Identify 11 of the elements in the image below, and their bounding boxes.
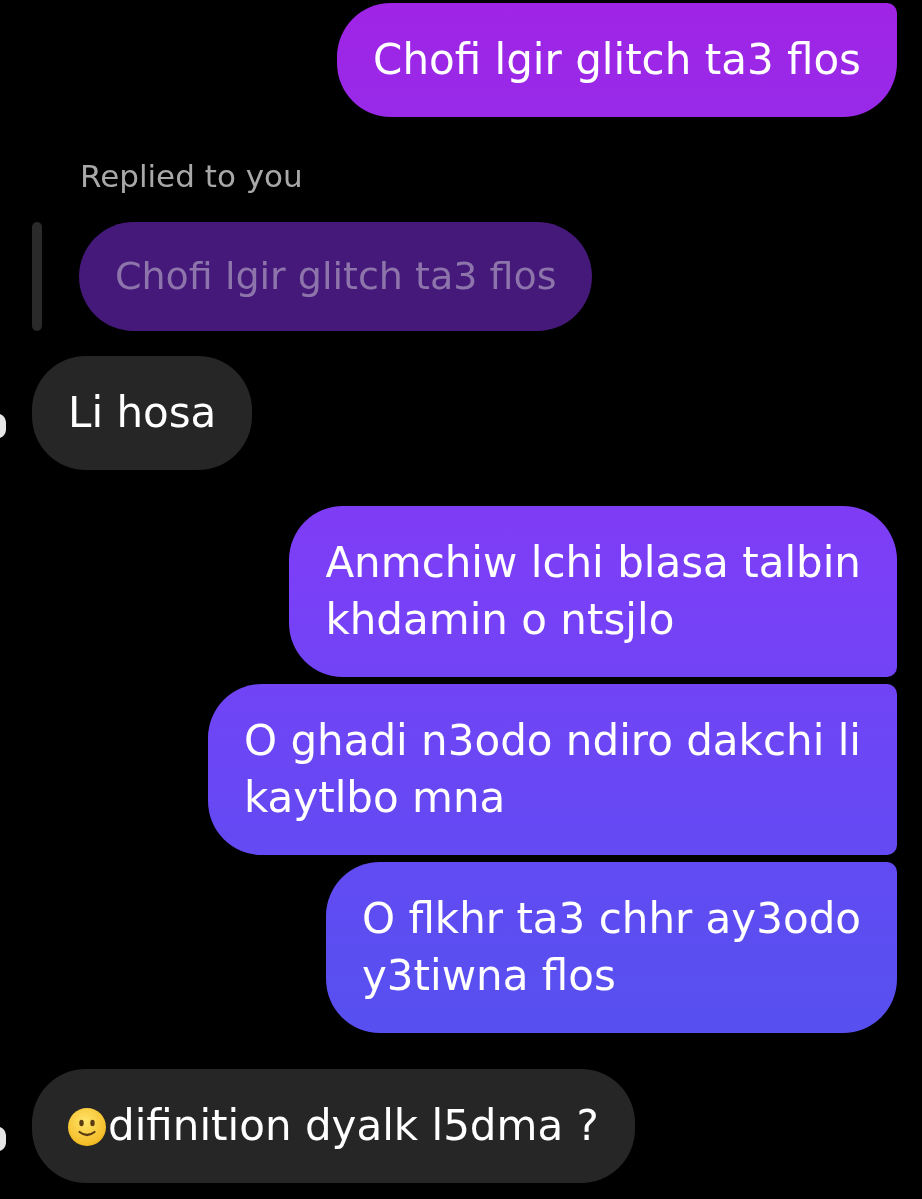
message-text: Chofi lgir glitch ta3 flos [373, 35, 861, 84]
reply-label: Replied to you [80, 158, 303, 194]
message-text: Li hosa [68, 388, 217, 437]
quoted-message-text: Chofi lgir glitch ta3 flos [115, 254, 557, 298]
avatar-icon[interactable] [0, 1127, 6, 1151]
quoted-message-bubble[interactable]: Chofi lgir glitch ta3 flos [79, 222, 593, 331]
message-text: O flkhr ta3 chhr ay3odo y3tiwna flos [361, 894, 861, 1000]
message-text: difinition dyalk l5dma ? [108, 1101, 599, 1150]
avatar-icon[interactable] [0, 414, 6, 438]
message-text: Anmchiw lchi blasa talbin khdamin o ntsjlo [325, 538, 861, 644]
message-text: O ghadi n3odo ndiro dakchi li kaytlbo mna [244, 716, 861, 822]
